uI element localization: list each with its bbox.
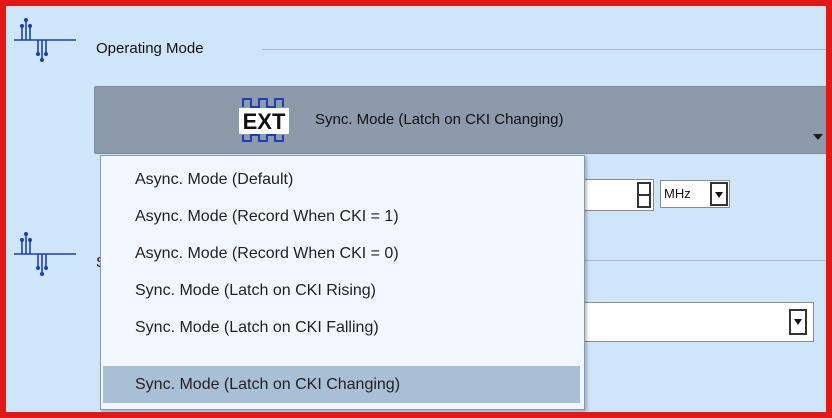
unit-value: MHz xyxy=(664,186,691,201)
operating-mode-title: Operating Mode xyxy=(96,40,204,57)
ext-icon-text: EXT xyxy=(243,109,286,134)
dropdown-arrow-icon[interactable] xyxy=(789,309,807,335)
ext-clock-icon: EXT xyxy=(239,98,289,142)
operating-mode-button[interactable]: EXT Sync. Mode (Latch on CKI Changing) xyxy=(94,86,826,154)
spin-control[interactable] xyxy=(637,182,651,208)
chevron-down-icon xyxy=(813,134,823,140)
frequency-unit-select[interactable]: MHz xyxy=(660,180,730,208)
operating-mode-label: Sync. Mode (Latch on CKI Changing) xyxy=(315,111,564,128)
dropdown-option[interactable]: Async. Mode (Default) xyxy=(103,161,580,198)
dropdown-option[interactable]: Sync. Mode (Latch on CKI Rising) xyxy=(103,272,580,309)
group-divider xyxy=(584,260,826,261)
group-divider xyxy=(262,49,826,50)
highlight-frame: Operating Mode EXT Sync. Mode (Latch on … xyxy=(0,0,832,418)
dropdown-option[interactable]: Sync. Mode (Latch on CKI Falling) xyxy=(103,309,580,346)
source-select[interactable] xyxy=(566,302,814,342)
signal-waveform-icon xyxy=(14,18,76,62)
operating-mode-dropdown[interactable]: Async. Mode (Default) Async. Mode (Recor… xyxy=(100,155,585,410)
dropdown-option-selected[interactable]: Sync. Mode (Latch on CKI Changing) xyxy=(103,366,580,403)
dropdown-option[interactable]: Async. Mode (Record When CKI = 1) xyxy=(103,198,580,235)
dropdown-option[interactable]: Async. Mode (Record When CKI = 0) xyxy=(103,235,580,272)
dropdown-arrow-icon[interactable] xyxy=(710,182,728,206)
signal-waveform-icon xyxy=(14,232,76,276)
